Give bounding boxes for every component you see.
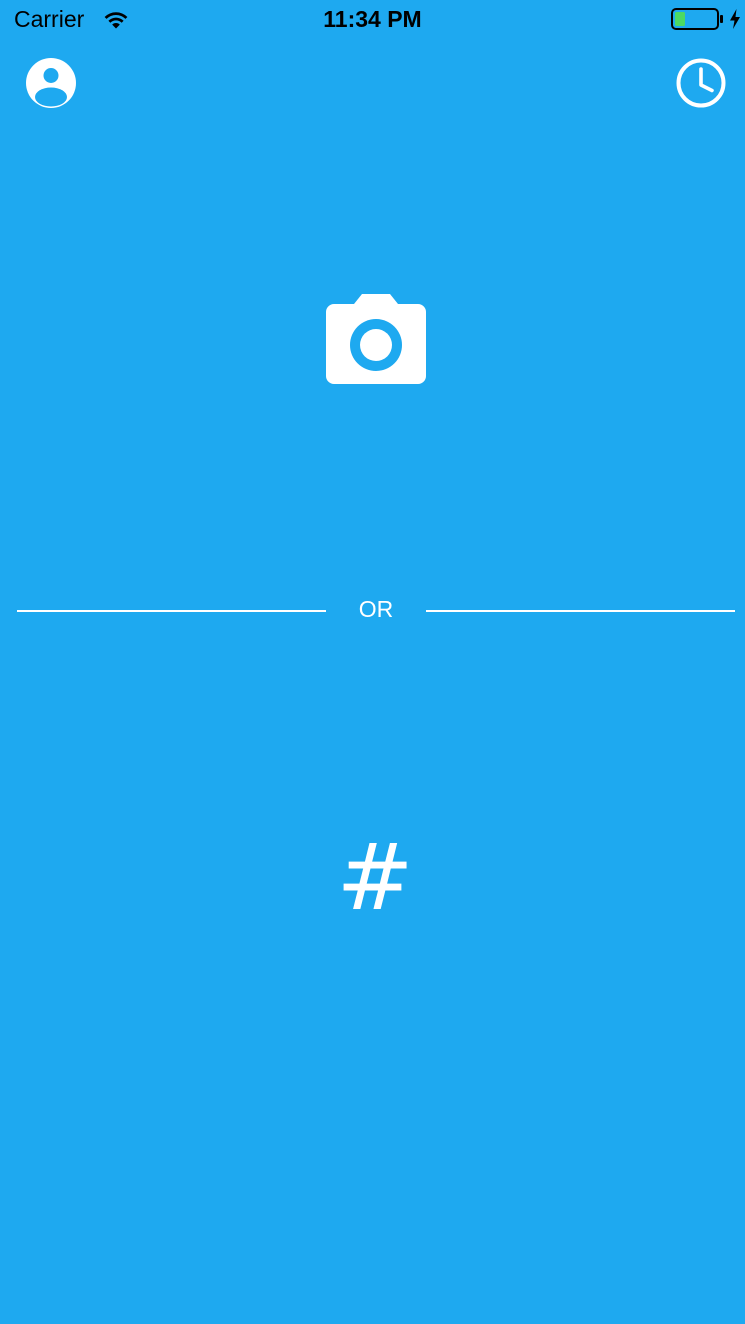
status-time: 11:34 PM xyxy=(323,6,422,32)
divider-line-left xyxy=(17,610,326,612)
or-divider-label: OR xyxy=(358,596,394,622)
user-circle-icon[interactable] xyxy=(25,57,77,109)
hashtag-button[interactable]: # xyxy=(315,828,435,928)
clock-icon[interactable] xyxy=(675,57,727,109)
camera-icon[interactable] xyxy=(322,290,430,390)
home-screen: Carrier 11:34 PM OR # xyxy=(0,0,745,1324)
battery-icon xyxy=(671,8,723,30)
status-bar: Carrier 11:34 PM xyxy=(0,0,745,40)
charging-icon xyxy=(730,9,740,29)
divider-line-right xyxy=(426,610,735,612)
